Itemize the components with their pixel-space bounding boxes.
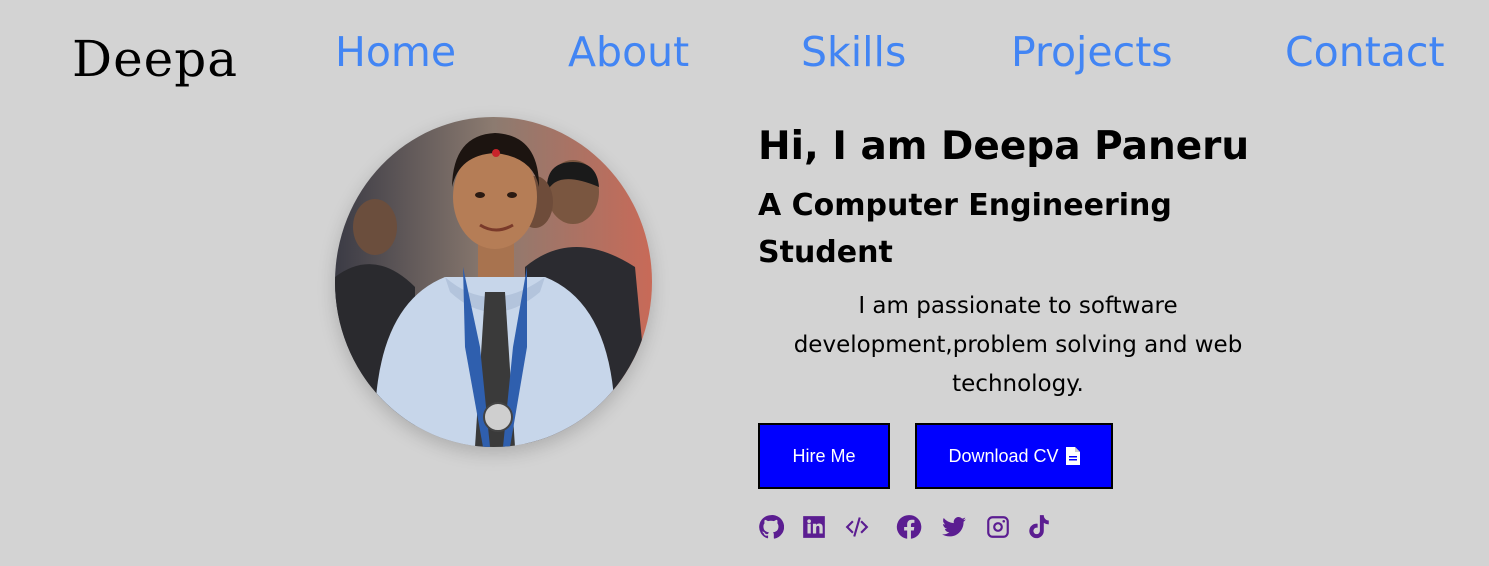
- hero-subheading: A Computer Engineering Student: [758, 188, 1172, 270]
- nav-link-projects[interactable]: Projects: [1011, 28, 1173, 76]
- linkedin-icon[interactable]: [801, 514, 827, 542]
- instagram-icon[interactable]: [985, 514, 1011, 542]
- twitter-icon[interactable]: [941, 514, 967, 542]
- main-nav: Home About Skills Projects Contact: [0, 28, 1489, 78]
- download-cv-button[interactable]: Download CV: [915, 423, 1113, 489]
- nav-link-home[interactable]: Home: [335, 28, 456, 76]
- facebook-icon[interactable]: [896, 514, 922, 542]
- hero-heading: Hi, I am Deepa Paneru: [758, 124, 1250, 169]
- nav-link-about[interactable]: About: [568, 28, 689, 76]
- profile-photo-illustration: [335, 117, 652, 447]
- github-icon[interactable]: [758, 514, 785, 542]
- nav-link-skills[interactable]: Skills: [801, 28, 906, 76]
- hero-description: I am passionate to software development,…: [793, 293, 1243, 397]
- hire-me-button[interactable]: Hire Me: [758, 423, 890, 489]
- hire-me-label: Hire Me: [792, 445, 856, 466]
- profile-photo: [335, 117, 652, 447]
- code-icon[interactable]: [844, 514, 870, 542]
- download-cv-label: Download CV: [948, 445, 1059, 466]
- file-icon: [1065, 447, 1080, 465]
- nav-link-contact[interactable]: Contact: [1285, 28, 1445, 76]
- tiktok-icon[interactable]: [1027, 514, 1053, 542]
